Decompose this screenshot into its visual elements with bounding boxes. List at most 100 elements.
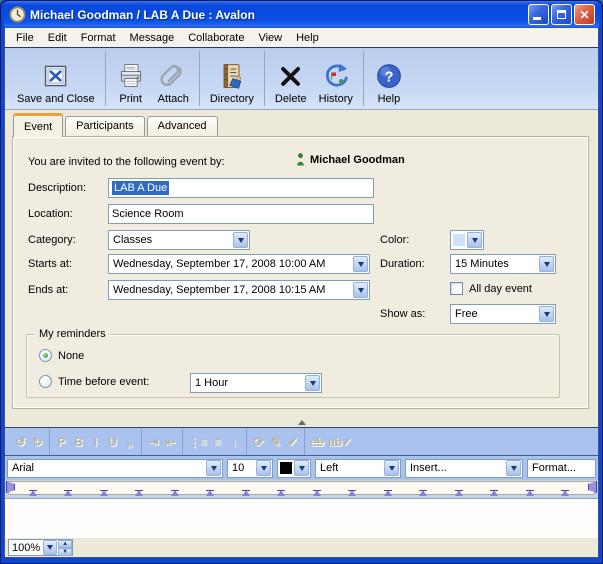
chevron-down-icon[interactable] [353, 256, 368, 272]
ruler-tabstop-icon[interactable] [100, 490, 108, 496]
close-button[interactable]: ✕ [574, 4, 595, 25]
list-numbered-icon[interactable]: ⋮≡ [186, 433, 209, 451]
rotate-icon[interactable]: ⟳ [250, 433, 267, 451]
chevron-down-icon[interactable] [294, 460, 309, 476]
toolbar-button-label: History [319, 93, 353, 105]
zoom-control[interactable]: 100% ▲▼ [8, 539, 73, 556]
minimize-button[interactable] [528, 4, 549, 25]
save-and-close-button[interactable]: Save and Close [11, 51, 101, 106]
minimize-icon [533, 17, 541, 20]
ruler-tabstop-icon[interactable] [561, 490, 569, 496]
menu-format[interactable]: Format [74, 30, 123, 46]
tab-advanced[interactable]: Advanced [147, 116, 218, 137]
description-label: Description: [28, 182, 86, 194]
chevron-down-icon[interactable] [206, 460, 221, 476]
chevron-down-icon[interactable] [43, 540, 57, 555]
chevron-down-icon[interactable] [384, 460, 399, 476]
chevron-down-icon[interactable] [256, 460, 271, 476]
undo-icon[interactable]: ↺ [12, 433, 29, 451]
menu-edit[interactable]: Edit [41, 30, 74, 46]
font-size-select[interactable]: 10 [227, 459, 273, 478]
location-input[interactable]: Science Room [108, 204, 374, 224]
chevron-down-icon[interactable] [353, 282, 368, 298]
tab-participants[interactable]: Participants [65, 116, 144, 137]
description-input[interactable]: LAB A Due [108, 178, 374, 198]
reminder-time-select[interactable]: 1 Hour [190, 373, 322, 393]
toolbar-button-label: Directory [210, 93, 254, 105]
indent-right-icon[interactable]: ⇤ [162, 433, 179, 451]
starts-at-select[interactable]: Wednesday, September 17, 2008 10:00 AM [108, 254, 370, 274]
chevron-down-icon[interactable] [467, 232, 482, 248]
underline-icon[interactable]: U [104, 433, 121, 451]
italic-icon[interactable]: I [87, 433, 104, 451]
ruler-tabstop-icon[interactable] [171, 490, 179, 496]
show-as-select[interactable]: Free [450, 304, 556, 324]
ruler-tabstop-icon[interactable] [526, 490, 534, 496]
ruler[interactable] [5, 480, 598, 498]
font-color-select[interactable] [277, 459, 311, 478]
paragraph-icon[interactable]: P [53, 433, 70, 451]
approve-icon[interactable]: ✔ [284, 433, 301, 451]
menu-file[interactable]: File [9, 30, 41, 46]
pencil-icon[interactable]: ✎ [267, 433, 284, 451]
history-button[interactable]: History [313, 51, 359, 106]
tab-event[interactable]: Event [13, 113, 63, 137]
all-day-checkbox[interactable]: All day event [450, 282, 532, 295]
list-icon[interactable]: ≡ [209, 433, 226, 451]
ruler-tabstop-icon[interactable] [206, 490, 214, 496]
spinner-up-icon[interactable]: ▲ [58, 540, 72, 548]
chevron-down-icon[interactable] [506, 460, 521, 476]
menu-view[interactable]: View [251, 30, 289, 46]
ruler-tabstop-icon[interactable] [419, 490, 427, 496]
titlebar[interactable]: Michael Goodman / LAB A Due : Avalon ✕ [4, 1, 599, 28]
redo-icon[interactable]: ↻ [29, 433, 46, 451]
font-family-select[interactable]: Arial [7, 459, 223, 478]
ruler-tabstop-icon[interactable] [348, 490, 356, 496]
reminder-time-radio[interactable]: Time before event: [39, 375, 149, 388]
window-content: FileEditFormatMessageCollaborateViewHelp… [4, 28, 599, 558]
indent-left-icon[interactable]: ⇥ [145, 433, 162, 451]
menu-help[interactable]: Help [289, 30, 326, 46]
ruler-tabstop-icon[interactable] [277, 490, 285, 496]
chevron-down-icon[interactable] [233, 232, 248, 248]
ends-at-select[interactable]: Wednesday, September 17, 2008 10:15 AM [108, 280, 370, 300]
reminder-none-radio[interactable]: None [39, 349, 84, 362]
maximize-button[interactable] [551, 4, 572, 25]
replace-icon[interactable]: ab [308, 433, 326, 451]
format-group: ⇥⇤ [142, 428, 183, 455]
arrow-down-icon[interactable]: ↓ [226, 433, 243, 451]
ruler-tabstop-icon[interactable] [135, 490, 143, 496]
help-button[interactable]: ?Help [368, 51, 410, 106]
category-value: Classes [113, 234, 231, 246]
delete-button[interactable]: Delete [269, 51, 313, 106]
ruler-tabstop-icon[interactable] [313, 490, 321, 496]
zoom-spinner[interactable]: ▲▼ [58, 540, 72, 555]
insert-select[interactable]: Insert... [405, 459, 523, 478]
category-select[interactable]: Classes [108, 230, 250, 250]
color-select[interactable] [450, 230, 484, 250]
message-body[interactable] [5, 498, 598, 537]
chevron-down-icon[interactable] [539, 306, 554, 322]
print-button[interactable]: Print [110, 51, 152, 106]
ruler-tabstop-icon[interactable] [29, 490, 37, 496]
quote-icon[interactable]: „ [121, 433, 138, 451]
menu-collaborate[interactable]: Collaborate [181, 30, 251, 46]
ruler-tabstop-icon[interactable] [384, 490, 392, 496]
duration-select[interactable]: 15 Minutes [450, 254, 556, 274]
ruler-tabstop-icon[interactable] [64, 490, 72, 496]
insert-value: Insert... [410, 462, 504, 474]
ruler-tabstop-icon[interactable] [490, 490, 498, 496]
directory-button[interactable]: Directory [204, 51, 260, 106]
chevron-down-icon[interactable] [539, 256, 554, 272]
format-select[interactable]: Format... [527, 459, 596, 478]
bold-icon[interactable]: B [70, 433, 87, 451]
menu-message[interactable]: Message [123, 30, 182, 46]
ruler-tabstop-icon[interactable] [455, 490, 463, 496]
chevron-down-icon[interactable] [305, 375, 320, 391]
splitter[interactable] [5, 418, 598, 428]
spinner-down-icon[interactable]: ▼ [58, 548, 72, 556]
spellcheck-icon[interactable]: ab✓ [326, 433, 354, 451]
align-select[interactable]: Left [315, 459, 401, 478]
ruler-tabstop-icon[interactable] [242, 490, 250, 496]
attach-button[interactable]: Attach [152, 51, 195, 106]
